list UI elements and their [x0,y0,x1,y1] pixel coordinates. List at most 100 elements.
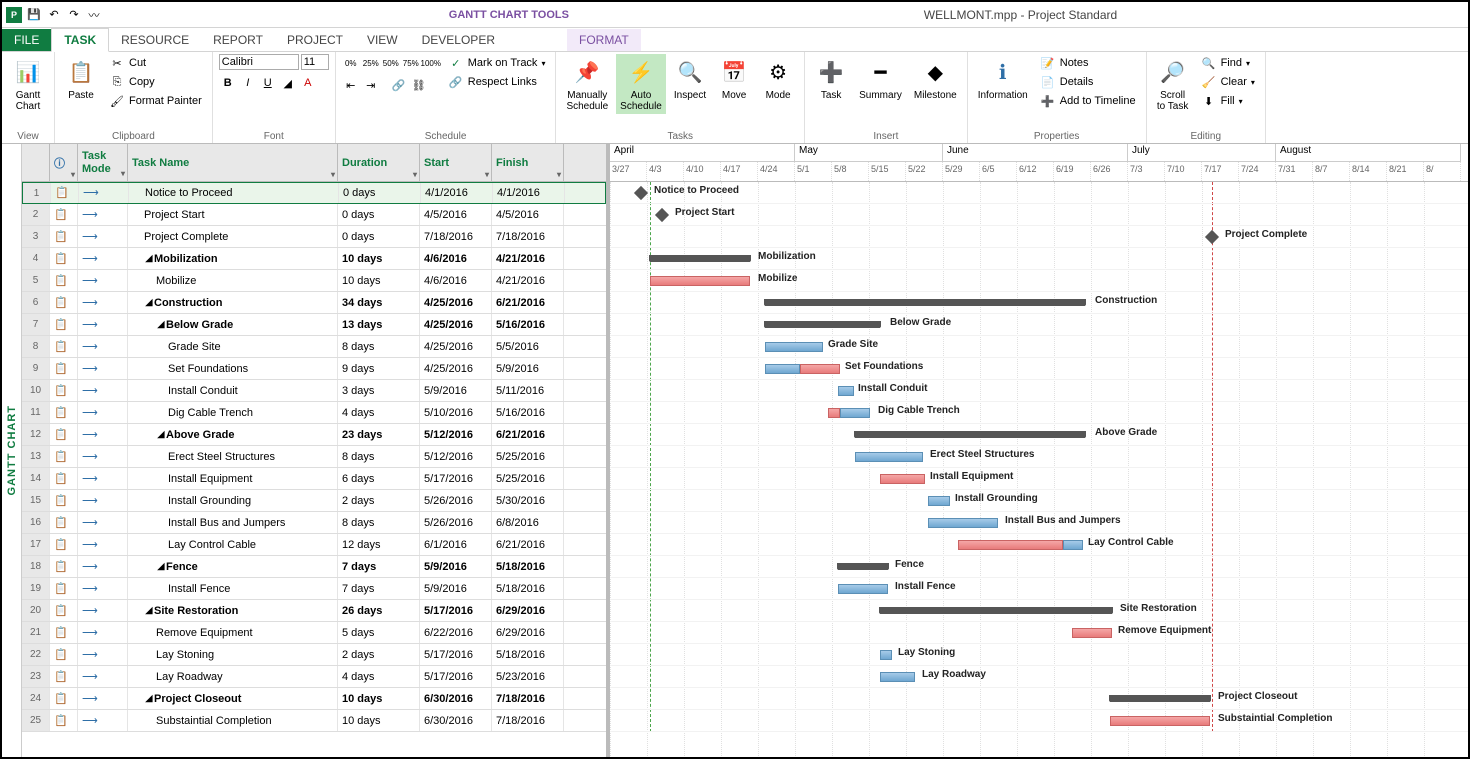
table-row[interactable]: 21📋⟶Remove Equipment5 days6/22/20166/29/… [22,622,606,644]
gantt-row[interactable]: Lay Stoning [610,644,1468,666]
undo-icon[interactable]: ↶ [46,7,62,23]
gantt-chart-area[interactable]: AprilMayJuneJulyAugust 3/274/34/104/174/… [610,144,1468,757]
pct-0-button[interactable]: 0% [342,54,360,72]
pct-100-button[interactable]: 100% [422,54,440,72]
milestone-marker[interactable] [634,186,648,200]
task-bar[interactable] [765,364,800,374]
table-row[interactable]: 6📋⟶◢ Construction34 days4/25/20166/21/20… [22,292,606,314]
table-row[interactable]: 18📋⟶◢ Fence7 days5/9/20165/18/2016 [22,556,606,578]
gantt-row[interactable]: Install Grounding [610,490,1468,512]
gantt-row[interactable]: Mobilization [610,248,1468,270]
task-bar[interactable] [828,408,840,418]
table-row[interactable]: 5📋⟶Mobilize10 days4/6/20164/21/2016 [22,270,606,292]
col-finish[interactable]: Finish▾ [492,144,564,181]
tab-format[interactable]: FORMAT [567,29,641,51]
task-bar[interactable] [1110,716,1210,726]
copy-button[interactable]: ⎘Copy [105,73,206,91]
summary-bar[interactable] [765,299,1085,306]
table-row[interactable]: 20📋⟶◢ Site Restoration26 days5/17/20166/… [22,600,606,622]
gantt-row[interactable]: Substaintial Completion [610,710,1468,732]
mark-on-track-button[interactable]: ✓Mark on Track ▾ [444,54,550,72]
table-row[interactable]: 24📋⟶◢ Project Closeout10 days6/30/20167/… [22,688,606,710]
font-size-input[interactable] [301,54,329,70]
task-bar[interactable] [765,342,823,352]
unlink-button[interactable]: ⛓ [410,76,428,94]
inspect-button[interactable]: 🔍 Inspect [670,54,710,103]
table-row[interactable]: 4📋⟶◢ Mobilization10 days4/6/20164/21/201… [22,248,606,270]
gantt-row[interactable]: Install Conduit [610,380,1468,402]
gantt-row[interactable]: Dig Cable Trench [610,402,1468,424]
gantt-row[interactable]: Set Foundations [610,358,1468,380]
font-color-button[interactable]: A [299,74,317,92]
task-bar[interactable] [1072,628,1112,638]
milestone-marker[interactable] [1205,230,1219,244]
col-indicators[interactable]: ⓘ▾ [50,144,78,181]
table-row[interactable]: 11📋⟶Dig Cable Trench4 days5/10/20165/16/… [22,402,606,424]
summary-bar[interactable] [855,431,1085,438]
gantt-row[interactable]: Install Equipment [610,468,1468,490]
gantt-row[interactable]: Project Closeout [610,688,1468,710]
col-task-mode[interactable]: Task Mode▾ [78,144,128,181]
gantt-row[interactable]: Lay Roadway [610,666,1468,688]
table-row[interactable]: 9📋⟶Set Foundations9 days4/25/20165/9/201… [22,358,606,380]
gantt-row[interactable]: Remove Equipment [610,622,1468,644]
gantt-row[interactable]: Erect Steel Structures [610,446,1468,468]
tab-project[interactable]: PROJECT [275,29,355,51]
gantt-row[interactable]: Fence [610,556,1468,578]
tab-file[interactable]: FILE [2,29,51,51]
gantt-row[interactable]: Project Start [610,204,1468,226]
table-row[interactable]: 19📋⟶Install Fence7 days5/9/20165/18/2016 [22,578,606,600]
gantt-chart-button[interactable]: 📊 Gantt Chart [8,54,48,114]
tab-resource[interactable]: RESOURCE [109,29,201,51]
pct-50-button[interactable]: 50% [382,54,400,72]
table-row[interactable]: 13📋⟶Erect Steel Structures8 days5/12/201… [22,446,606,468]
gantt-row[interactable]: Grade Site [610,336,1468,358]
task-bar[interactable] [880,650,892,660]
tab-developer[interactable]: DEVELOPER [410,29,507,51]
milestone-marker[interactable] [655,208,669,222]
task-bar[interactable] [880,474,925,484]
task-bar[interactable] [855,452,923,462]
col-row-number[interactable] [22,144,50,181]
auto-schedule-button[interactable]: ⚡ Auto Schedule [616,54,666,114]
task-bar[interactable] [928,518,998,528]
table-row[interactable]: 23📋⟶Lay Roadway4 days5/17/20165/23/2016 [22,666,606,688]
add-timeline-button[interactable]: ➕Add to Timeline [1036,92,1140,110]
table-row[interactable]: 16📋⟶Install Bus and Jumpers8 days5/26/20… [22,512,606,534]
view-sidebar[interactable]: GANTT CHART [2,144,22,757]
task-bar[interactable] [650,276,750,286]
task-bar[interactable] [838,584,888,594]
indent-button[interactable]: ⇥ [362,76,380,94]
cut-button[interactable]: ✂Cut [105,54,206,72]
scroll-to-task-button[interactable]: 🔎 Scroll to Task [1153,54,1193,114]
pct-75-button[interactable]: 75% [402,54,420,72]
table-row[interactable]: 14📋⟶Install Equipment6 days5/17/20165/25… [22,468,606,490]
outdent-button[interactable]: ⇤ [342,76,360,94]
task-bar[interactable] [880,672,915,682]
table-row[interactable]: 15📋⟶Install Grounding2 days5/26/20165/30… [22,490,606,512]
find-button[interactable]: 🔍Find ▾ [1197,54,1259,72]
col-task-name[interactable]: Task Name▾ [128,144,338,181]
summary-bar[interactable] [838,563,888,570]
redo-icon[interactable]: ↷ [66,7,82,23]
summary-bar[interactable] [765,321,880,328]
move-button[interactable]: 📅 Move [714,54,754,103]
task-bar[interactable] [958,540,1063,550]
col-duration[interactable]: Duration▾ [338,144,420,181]
information-button[interactable]: ℹ Information [974,54,1032,103]
gantt-row[interactable]: Mobilize [610,270,1468,292]
table-row[interactable]: 22📋⟶Lay Stoning2 days5/17/20165/18/2016 [22,644,606,666]
task-bar[interactable] [928,496,950,506]
summary-bar[interactable] [1110,695,1210,702]
paste-button[interactable]: 📋 Paste [61,54,101,103]
pct-25-button[interactable]: 25% [362,54,380,72]
summary-bar[interactable] [880,607,1112,614]
gantt-row[interactable]: Install Bus and Jumpers [610,512,1468,534]
italic-button[interactable]: I [239,74,257,92]
bold-button[interactable]: B [219,74,237,92]
respect-links-button[interactable]: 🔗Respect Links [444,73,550,91]
table-row[interactable]: 1📋⟶Notice to Proceed0 days4/1/20164/1/20… [22,182,606,204]
table-row[interactable]: 10📋⟶Install Conduit3 days5/9/20165/11/20… [22,380,606,402]
milestone-button[interactable]: ◆ Milestone [910,54,961,103]
tab-report[interactable]: REPORT [201,29,275,51]
